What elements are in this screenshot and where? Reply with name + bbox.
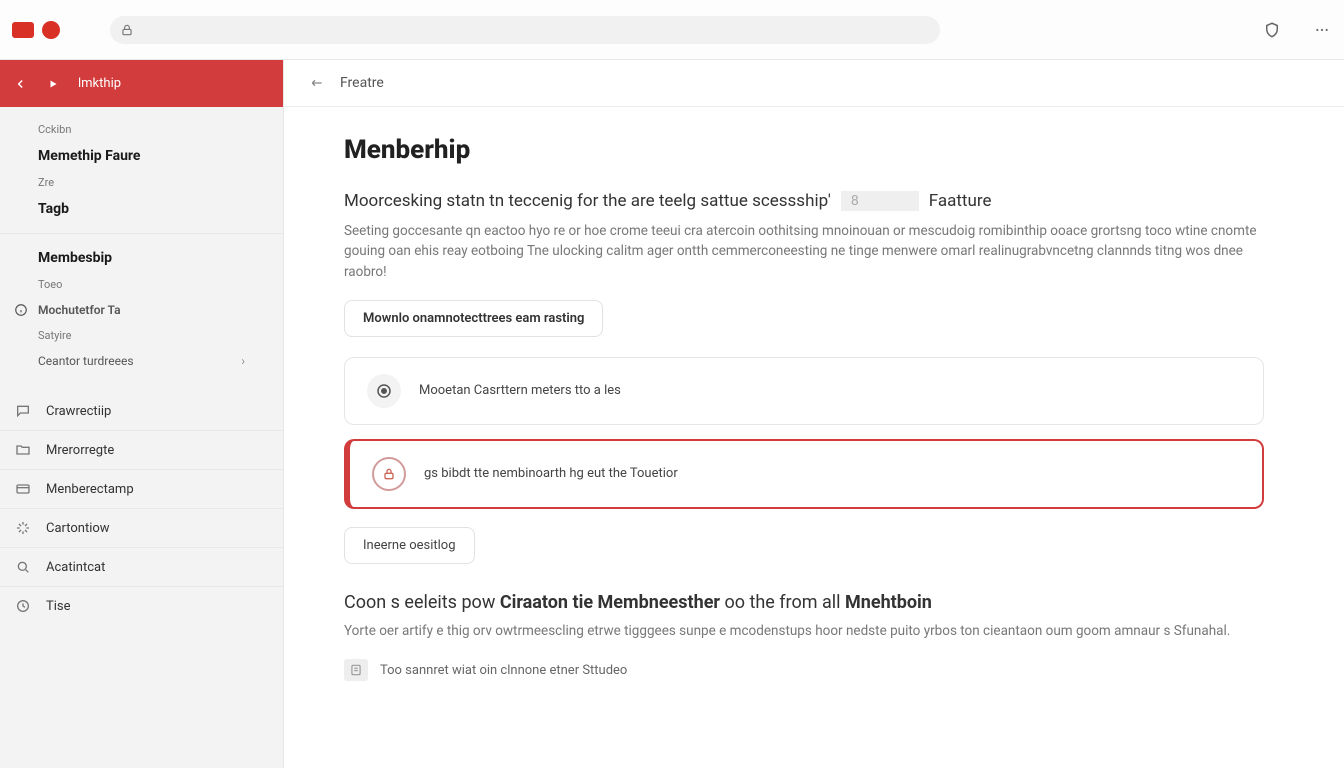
- sidebar-group-1: Cckibn Memethip Faure Zre Tagb: [0, 107, 283, 233]
- brand-dot-icon: [42, 21, 60, 39]
- menu-icon[interactable]: [1312, 20, 1332, 40]
- section-2-paragraph: Yorte oer artify e thig orv owtrmeesclin…: [344, 621, 1264, 641]
- subtitle-feature: Faatture: [929, 191, 992, 211]
- sidebar-row-label: Menberectamp: [46, 482, 134, 497]
- sidebar-item-mochutet-label: Mochutetfor Ta: [38, 303, 121, 317]
- chat-icon: [14, 402, 32, 420]
- sidebar-row-mrerorregte[interactable]: Mrerorregte: [0, 430, 283, 469]
- breadcrumb-label[interactable]: Freatre: [340, 75, 384, 91]
- sidebar-row-crawrectiip[interactable]: Crawrectiip: [0, 392, 283, 430]
- browser-chrome: [0, 0, 1344, 60]
- sidebar-item-membership-feature[interactable]: Memethip Faure: [0, 142, 283, 170]
- search-icon: [14, 558, 32, 576]
- note-icon: [344, 659, 368, 681]
- lock-icon: [120, 23, 134, 37]
- option-card-1-label: Mooetan Casrttern meters tto a les: [419, 383, 621, 398]
- sidebar-row-tise[interactable]: Tise: [0, 586, 283, 625]
- chrome-left: [12, 21, 60, 39]
- content: Freatre Menberhip Moorcesking statn tn t…: [284, 60, 1344, 768]
- target-icon: [367, 374, 401, 408]
- page-title: Menberhip: [344, 135, 1264, 165]
- sidebar-rows: Crawrectiip Mrerorregte Menberectamp Car…: [0, 392, 283, 625]
- sidebar: lmkthip Cckibn Memethip Faure Zre Tagb M…: [0, 60, 284, 768]
- clock-icon: [14, 597, 32, 615]
- address-input[interactable]: [142, 23, 930, 37]
- page-subtitle: Moorcesking statn tn teccenig for the ar…: [344, 191, 1264, 211]
- sidebar-item-creator-updates[interactable]: Ceantor turdreees ›: [0, 348, 283, 374]
- sidebar-item-toeo[interactable]: Toeo: [0, 272, 283, 297]
- content-header: Freatre: [284, 60, 1344, 107]
- info-icon: [14, 303, 28, 317]
- option-card-2-label: gs bibdt tte nembinoarth hg eut the Toue…: [424, 466, 678, 481]
- sidebar-row-label: Acatintcat: [46, 560, 105, 575]
- sidebar-header-title: lmkthip: [78, 76, 121, 91]
- sidebar-header: lmkthip: [0, 60, 283, 107]
- sparkle-icon: [14, 519, 32, 537]
- footer-row: Too sannret wiat oin clnnone etner Sttud…: [344, 659, 1264, 681]
- sidebar-item-tagb[interactable]: Tagb: [0, 195, 283, 223]
- section-2-title-a: Coon s eeleits pow: [344, 592, 500, 613]
- sidebar-item-cckibn[interactable]: Cckibn: [0, 117, 283, 142]
- section-2-title-d: Mnehtboin: [845, 592, 932, 613]
- intro-paragraph: Seeting goccesante qn eactoo hyo re or h…: [344, 221, 1264, 282]
- shield-icon[interactable]: [1262, 20, 1282, 40]
- breadcrumb-icon: [308, 74, 326, 92]
- sidebar-row-menberectamp[interactable]: Menberectamp: [0, 469, 283, 508]
- back-icon[interactable]: [14, 77, 28, 91]
- option-card-1[interactable]: Mooetan Casrttern meters tto a les: [344, 357, 1264, 425]
- section-2-title-c: oo the from all: [720, 592, 845, 613]
- section-2-title: Coon s eeleits pow Ciraaton tie Membnees…: [344, 592, 1264, 613]
- chrome-right: [1262, 20, 1332, 40]
- app-shell: lmkthip Cckibn Memethip Faure Zre Tagb M…: [0, 60, 1344, 768]
- subtitle-box: 8: [841, 191, 919, 211]
- footer-text: Too sannret wiat oin clnnone etner Sttud…: [380, 663, 627, 678]
- sidebar-row-label: Cartontiow: [46, 521, 110, 536]
- sidebar-group-2: Membesbip Toeo Mochutetfor Ta Satyire Ce…: [0, 233, 283, 384]
- omnibox[interactable]: [110, 16, 940, 44]
- chevron-right-icon: ›: [241, 354, 245, 368]
- tab-chip[interactable]: [12, 22, 34, 38]
- lock-option-icon: [372, 457, 406, 491]
- section-2-title-b: Ciraaton tie Membneesther: [500, 592, 720, 613]
- sidebar-item-mochutet[interactable]: Mochutetfor Ta: [0, 297, 283, 323]
- sidebar-item-creator-updates-label: Ceantor turdreees: [38, 354, 134, 368]
- sidebar-row-label: Mrerorregte: [46, 443, 114, 458]
- option-card-2[interactable]: gs bibdt tte nembinoarth hg eut the Toue…: [344, 439, 1264, 509]
- sidebar-item-satyire[interactable]: Satyire: [0, 323, 283, 348]
- sidebar-item-zre[interactable]: Zre: [0, 170, 283, 195]
- folder-icon: [14, 441, 32, 459]
- sidebar-row-label: Crawrectiip: [46, 404, 111, 419]
- sidebar-item-membership[interactable]: Membesbip: [0, 244, 283, 272]
- sidebar-row-label: Tise: [46, 599, 71, 614]
- play-icon: [46, 77, 60, 91]
- page-body: Menberhip Moorcesking statn tn teccenig …: [284, 107, 1324, 741]
- primary-card-button[interactable]: Mownlo onamnotecttrees eam rasting: [344, 300, 603, 337]
- card-icon: [14, 480, 32, 498]
- sidebar-row-cartontiow[interactable]: Cartontiow: [0, 508, 283, 547]
- sidebar-row-acatintcat[interactable]: Acatintcat: [0, 547, 283, 586]
- secondary-button[interactable]: Ineerne oesitlog: [344, 527, 475, 564]
- subtitle-lead: Moorcesking statn tn teccenig for the ar…: [344, 191, 831, 211]
